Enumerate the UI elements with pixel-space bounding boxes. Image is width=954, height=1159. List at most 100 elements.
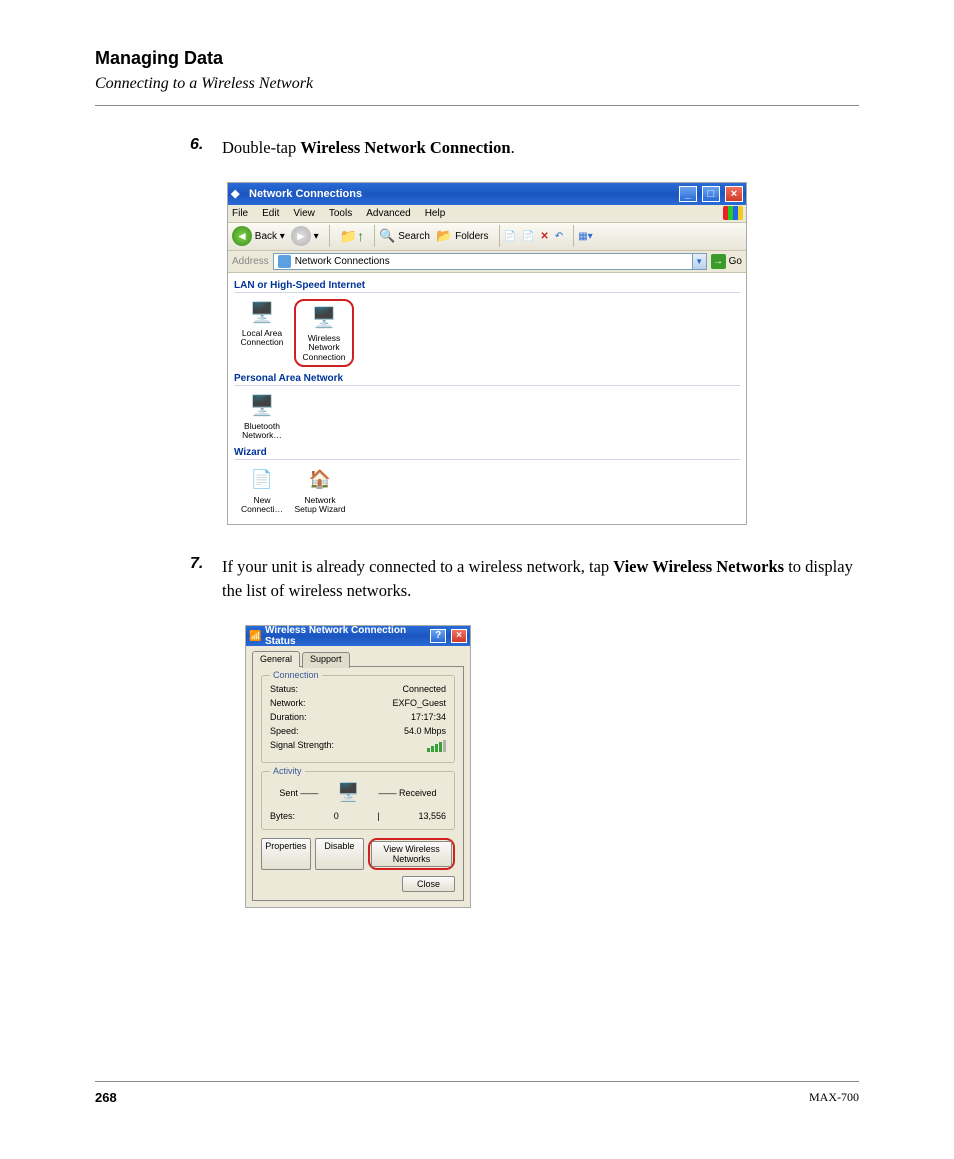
screenshot-wireless-status: 📶 Wireless Network Connection Status ? ×…	[245, 625, 471, 908]
chapter-title: Managing Data	[95, 48, 859, 69]
duration-label: Duration:	[270, 712, 307, 722]
view-wireless-networks-button[interactable]: View Wireless Networks	[371, 841, 452, 867]
forward-button[interactable]: ► ▾	[291, 226, 319, 246]
bytes-sep: |	[377, 811, 379, 821]
page-footer: 268 MAX-700	[95, 1081, 859, 1105]
views-button[interactable]: ▦▾	[578, 231, 592, 242]
category-pan: Personal Area Network	[234, 371, 740, 386]
help-button[interactable]: ?	[430, 629, 446, 643]
speed-value: 54.0 Mbps	[404, 726, 446, 736]
network-label: Network:	[270, 698, 306, 708]
go-button[interactable]: →Go	[711, 254, 742, 269]
menu-file[interactable]: File	[232, 208, 248, 219]
status-label: Status:	[270, 684, 298, 694]
new-connection-icon: 📄	[247, 466, 277, 494]
speed-label: Speed:	[270, 726, 299, 736]
signal-bars-icon	[427, 740, 446, 752]
bytes-label: Bytes:	[270, 811, 295, 821]
dialog-close-button[interactable]: ×	[451, 629, 467, 643]
icon-network-setup-wizard[interactable]: 🏠 Network Setup Wizard	[294, 466, 346, 515]
fieldset-connection: Connection Status:Connected Network:EXFO…	[261, 675, 455, 763]
wnc-l3: Connection	[299, 353, 349, 362]
step7-bold: View Wireless Networks	[613, 557, 784, 576]
tab-strip: General Support	[252, 650, 464, 667]
address-bar: Address Network Connections ▼ →Go	[228, 251, 746, 273]
setup-wizard-icon: 🏠	[305, 466, 335, 494]
icon-bluetooth-network[interactable]: 🖥️ Bluetooth Network…	[236, 392, 288, 441]
legend-connection: Connection	[270, 670, 322, 680]
wireless-title-icon: 📶	[249, 631, 261, 642]
window-body: LAN or High-Speed Internet 🖥️ Local Area…	[228, 273, 746, 524]
back-button[interactable]: ◄ Back ▾	[232, 226, 285, 246]
back-label: Back	[255, 231, 277, 242]
step-text: If your unit is already connected to a w…	[222, 555, 859, 603]
icon-local-area-connection[interactable]: 🖥️ Local Area Connection	[236, 299, 288, 367]
delete-button[interactable]: ✕	[540, 231, 548, 242]
undo-button[interactable]: ↶	[555, 231, 563, 242]
address-dropdown[interactable]: ▼	[693, 253, 707, 270]
duration-value: 17:17:34	[411, 712, 446, 722]
search-button[interactable]: 🔍Search	[379, 228, 430, 244]
close-dialog-button[interactable]: Close	[402, 876, 455, 892]
wireless-icon: 🖥️	[309, 304, 339, 332]
close-button[interactable]: ×	[725, 186, 743, 202]
step7-pre: If your unit is already connected to a w…	[222, 557, 613, 576]
received-label: —— Received	[379, 788, 437, 798]
folders-label: Folders	[455, 231, 488, 242]
network-value: EXFO_Guest	[392, 698, 446, 708]
menu-view[interactable]: View	[293, 208, 315, 219]
legend-activity: Activity	[270, 766, 305, 776]
maximize-button[interactable]: □	[702, 186, 720, 202]
address-icon	[278, 255, 291, 268]
bt-label: Bluetooth Network…	[236, 422, 288, 441]
activity-icon: 🖥️	[337, 782, 359, 803]
window-title: Network Connections	[249, 188, 677, 200]
sent-label: Sent ——	[279, 788, 318, 798]
icon-new-connection[interactable]: 📄 New Connecti…	[236, 466, 288, 515]
move-to-button[interactable]: 📄	[504, 231, 516, 242]
folders-button[interactable]: 📂Folders	[436, 228, 489, 244]
nc-label: New Connecti…	[236, 496, 288, 515]
step-number: 7.	[190, 555, 222, 603]
window-titlebar: ◆ Network Connections _ □ ×	[228, 183, 746, 205]
bluetooth-icon: 🖥️	[247, 392, 277, 420]
menu-advanced[interactable]: Advanced	[366, 208, 410, 219]
go-label: Go	[729, 256, 742, 267]
dialog-body: General Support Connection Status: Connec…	[246, 646, 470, 907]
properties-button[interactable]: Properties	[261, 838, 311, 870]
tab-support[interactable]: Support	[302, 652, 350, 668]
step-7: 7. If your unit is already connected to …	[95, 555, 859, 603]
step6-post: .	[511, 138, 515, 157]
nsw-label: Network Setup Wizard	[294, 496, 346, 515]
dialog-buttons: Properties Disable View Wireless Network…	[261, 838, 455, 870]
address-field[interactable]: Network Connections	[273, 253, 693, 270]
menu-bar: File Edit View Tools Advanced Help	[228, 205, 746, 223]
menu-tools[interactable]: Tools	[329, 208, 352, 219]
signal-label: Signal Strength:	[270, 740, 334, 752]
tab-general[interactable]: General	[252, 651, 300, 667]
model-number: MAX-700	[809, 1090, 859, 1105]
bytes-received: 13,556	[418, 811, 446, 821]
minimize-button[interactable]: _	[679, 186, 697, 202]
step6-pre: Double-tap	[222, 138, 300, 157]
dialog-title: Wireless Network Connection Status	[265, 625, 428, 647]
step6-bold: Wireless Network Connection	[300, 138, 510, 157]
category-lan: LAN or High-Speed Internet	[234, 278, 740, 293]
address-label: Address	[232, 256, 269, 267]
step-number: 6.	[190, 136, 222, 160]
window-icon: ◆	[231, 187, 245, 200]
icon-wireless-network-connection[interactable]: 🖥️ Wireless Network Connection	[299, 304, 349, 362]
window-buttons: _ □ ×	[677, 186, 743, 202]
toolbar: ◄ Back ▾ ► ▾ 📁↑ 🔍Search 📂Folders 📄 📄 ✕ ↶…	[228, 223, 746, 251]
windows-flag-icon	[723, 206, 743, 220]
up-button[interactable]: 📁↑	[340, 228, 364, 245]
step-6: 6. Double-tap Wireless Network Connectio…	[95, 136, 859, 160]
menu-edit[interactable]: Edit	[262, 208, 279, 219]
section-title: Connecting to a Wireless Network	[95, 75, 859, 93]
bytes-sent: 0	[334, 811, 339, 821]
menu-help[interactable]: Help	[425, 208, 446, 219]
disable-button[interactable]: Disable	[315, 838, 365, 870]
copy-to-button[interactable]: 📄	[522, 231, 534, 242]
address-value: Network Connections	[295, 256, 390, 267]
status-value: Connected	[402, 684, 446, 694]
